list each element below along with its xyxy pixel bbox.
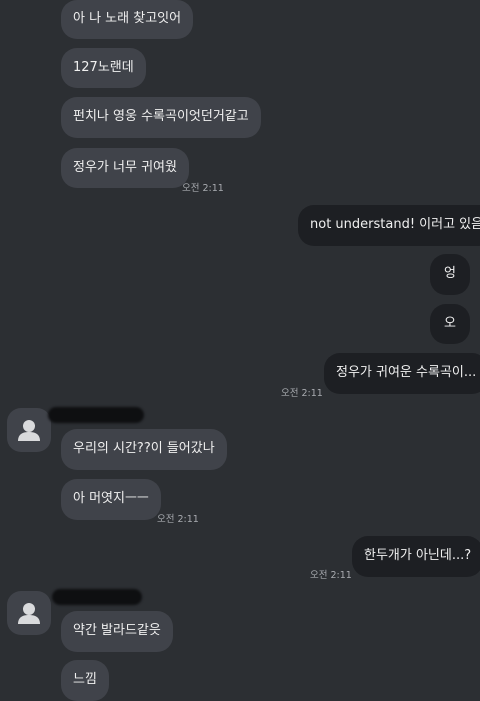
message-bubble[interactable]: 정우가 귀여운 수록곡이...	[324, 353, 480, 394]
message-bubble[interactable]: 오	[430, 304, 470, 344]
message-bubble[interactable]: 우리의 시간??이 들어갔나	[61, 429, 227, 470]
avatar[interactable]	[7, 408, 51, 452]
message-text: 한두개가 아닌데...?	[364, 548, 472, 563]
message-bubble[interactable]: 느낌	[61, 660, 109, 701]
message-timestamp: 오전 2:11	[157, 514, 199, 525]
message-bubble[interactable]: not understand! 이러고 있음	[298, 205, 480, 246]
message-timestamp: 오전 2:11	[310, 570, 352, 581]
message-bubble[interactable]: 아 나 노래 찾고잇어	[61, 0, 194, 39]
message-timestamp: 오전 2:11	[281, 388, 323, 399]
message-text: 우리의 시간??이 들어갔나	[73, 441, 215, 456]
message-text: 엉	[444, 266, 456, 281]
user-silhouette-icon	[18, 603, 40, 624]
message-bubble[interactable]: 아 머엿지ㅡㅡ	[61, 479, 161, 520]
message-text: 아 머엿지ㅡㅡ	[73, 491, 149, 506]
user-silhouette-icon	[18, 420, 40, 441]
message-bubble[interactable]: 127노랜데	[61, 48, 146, 88]
sender-name-redacted	[48, 407, 144, 423]
message-bubble[interactable]: 한두개가 아닌데...?	[352, 536, 480, 577]
message-text: 오	[444, 316, 456, 331]
message-text: 127노랜데	[73, 60, 134, 75]
message-bubble[interactable]: 정우가 너무 귀여웠	[61, 148, 189, 188]
message-text: 펀치나 영웅 수록곡이엇던거같고	[73, 109, 249, 124]
message-bubble[interactable]: 약간 발라드같읏	[61, 611, 173, 652]
message-text: 약간 발라드같읏	[73, 623, 161, 638]
message-text: 아 나 노래 찾고잇어	[73, 11, 182, 26]
message-bubble[interactable]: 펀치나 영웅 수록곡이엇던거같고	[61, 97, 261, 138]
message-text: 정우가 귀여운 수록곡이...	[336, 365, 477, 380]
message-text: 정우가 너무 귀여웠	[73, 160, 177, 175]
avatar[interactable]	[7, 591, 51, 635]
message-timestamp: 오전 2:11	[182, 183, 224, 194]
message-text: not understand! 이러고 있음	[310, 217, 480, 232]
message-bubble[interactable]: 엉	[430, 254, 470, 295]
sender-name-redacted	[52, 589, 142, 605]
message-text: 느낌	[73, 672, 97, 687]
